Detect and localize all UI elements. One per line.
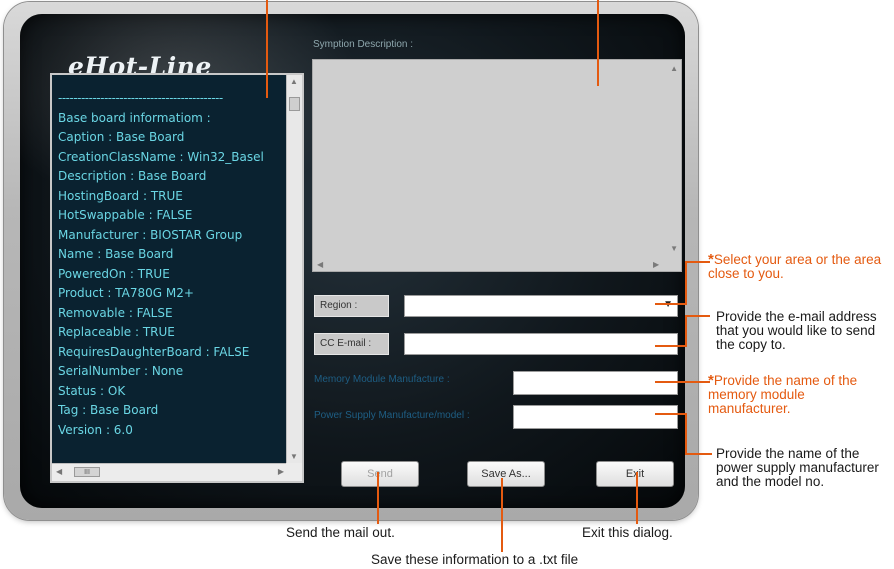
memory-note-text: Provide the name of the memory module ma… [708, 373, 858, 416]
memory-note: *Provide the name of the memory module m… [708, 373, 888, 416]
send-note: Send the mail out. [286, 525, 395, 540]
callout-line-psu [655, 413, 712, 455]
psu-note: Provide the name of the power supply man… [716, 446, 879, 489]
exit-note: Exit this dialog. [582, 525, 673, 540]
callout-line-region [655, 261, 710, 305]
region-note: *Select your area or the area close to y… [708, 252, 892, 281]
callout-line-cc [655, 315, 710, 347]
save-note: Save these information to a .txt file [371, 552, 579, 567]
region-note-text: Select your area or the area close to yo… [708, 252, 882, 281]
cc-note: Provide the e-mail address that you woul… [716, 309, 877, 352]
